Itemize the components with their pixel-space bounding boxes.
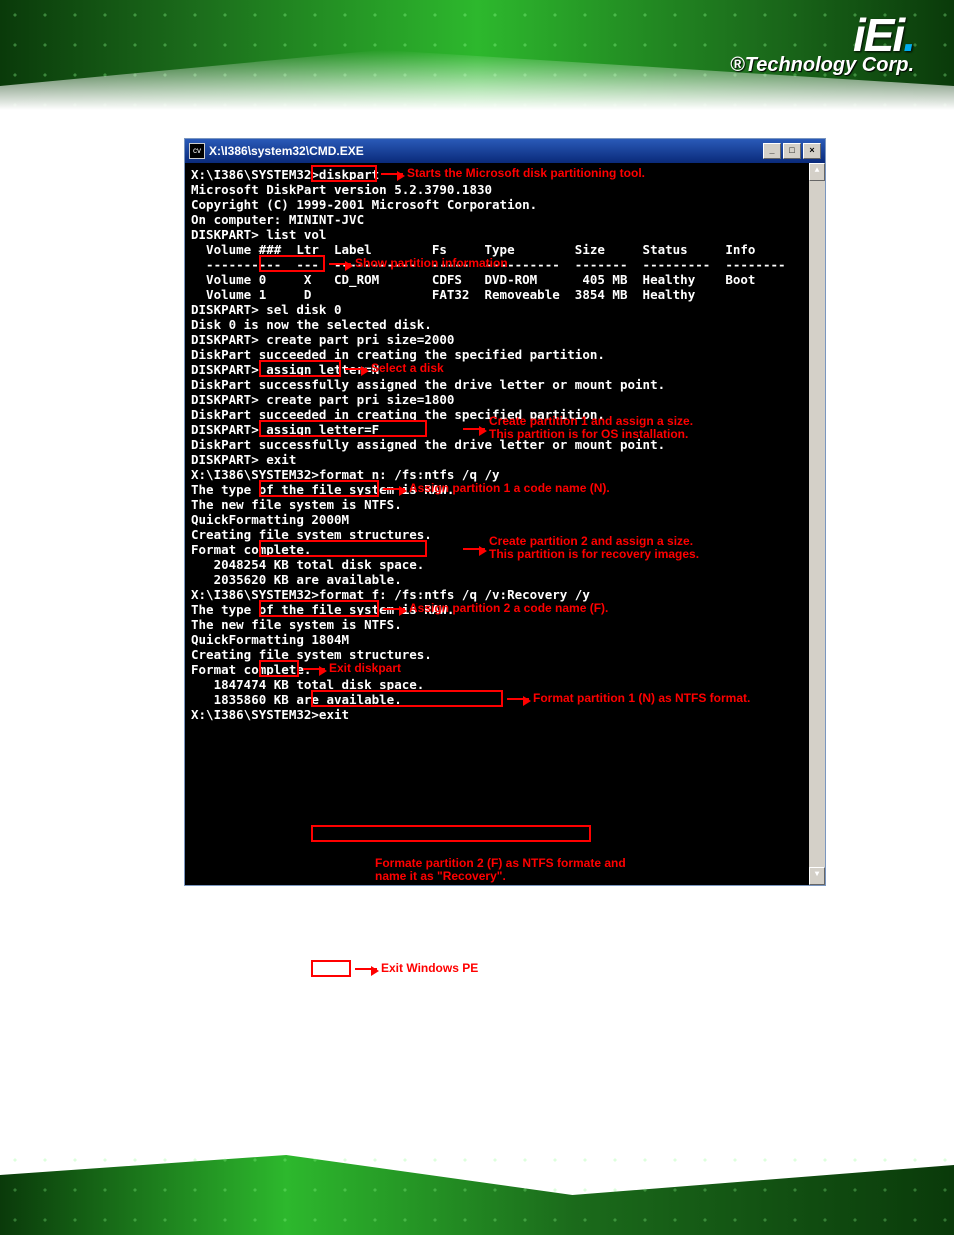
annotation-assign1: Assign partition 1 a code name (N). xyxy=(409,482,610,495)
logo-text: iEi. xyxy=(730,14,914,58)
terminal-line: Volume 0 X CD_ROM CDFS DVD-ROM 405 MB He… xyxy=(191,272,819,287)
terminal-line: On computer: MININT-JVC xyxy=(191,212,819,227)
arrow-icon xyxy=(383,488,405,490)
arrow-icon xyxy=(355,968,377,970)
terminal-line: DISKPART> list vol xyxy=(191,227,819,242)
highlight-create2 xyxy=(259,540,427,557)
annotation-listvol: Show partition information xyxy=(355,257,508,270)
arrow-icon xyxy=(463,428,485,430)
window-titlebar[interactable]: cv X:\I386\system32\CMD.EXE _ □ × xyxy=(185,139,825,163)
highlight-assign1 xyxy=(259,480,379,497)
cmd-window: cv X:\I386\system32\CMD.EXE _ □ × X:\I38… xyxy=(184,138,826,886)
highlight-exit2 xyxy=(311,960,351,977)
annotation-exit2: Exit Windows PE xyxy=(381,962,478,975)
highlight-diskpart xyxy=(311,165,377,182)
highlight-seldisk xyxy=(259,360,341,377)
maximize-button[interactable]: □ xyxy=(783,143,801,159)
arrow-icon xyxy=(383,608,405,610)
terminal-line: 1847474 KB total disk space. xyxy=(191,677,819,692)
scroll-up-button[interactable]: ▲ xyxy=(809,163,825,181)
arrow-icon xyxy=(463,548,485,550)
terminal-line: Microsoft DiskPart version 5.2.3790.1830 xyxy=(191,182,819,197)
highlight-format2 xyxy=(311,825,591,842)
terminal-output: X:\I386\SYSTEM32>diskpart Microsoft Disk… xyxy=(185,163,825,885)
terminal-line: The new file system is NTFS. xyxy=(191,617,819,632)
arrow-icon xyxy=(507,698,529,700)
highlight-listvol xyxy=(259,255,325,272)
highlight-exit1 xyxy=(259,660,299,677)
terminal-line: Volume 1 D FAT32 Removeable 3854 MB Heal… xyxy=(191,287,819,302)
terminal-line: DISKPART> sel disk 0 xyxy=(191,302,819,317)
terminal-line: Disk 0 is now the selected disk. xyxy=(191,317,819,332)
arrow-icon xyxy=(345,368,367,370)
highlight-create1 xyxy=(259,420,427,437)
brand-logo: iEi. ®Technology Corp. xyxy=(730,14,914,77)
annotation-format1: Format partition 1 (N) as NTFS format. xyxy=(533,692,750,705)
logo-tagline: ®Technology Corp. xyxy=(730,54,914,77)
terminal-line: DISKPART> create part pri size=2000 xyxy=(191,332,819,347)
highlight-format1 xyxy=(311,690,503,707)
annotation-seldisk: Select a disk xyxy=(371,362,444,375)
annotation-create2: Create partition 2 and assign a size.Thi… xyxy=(489,535,699,561)
cmd-icon: cv xyxy=(189,143,205,159)
window-title: X:\I386\system32\CMD.EXE xyxy=(209,144,364,158)
terminal-line: DISKPART> create part pri size=1800 xyxy=(191,392,819,407)
minimize-button[interactable]: _ xyxy=(763,143,781,159)
terminal-line: QuickFormatting 2000M xyxy=(191,512,819,527)
terminal-line: The new file system is NTFS. xyxy=(191,497,819,512)
annotation-create1: Create partition 1 and assign a size.Thi… xyxy=(489,415,693,441)
arrow-icon xyxy=(303,668,325,670)
arrow-icon xyxy=(329,263,351,265)
terminal-line: Copyright (C) 1999-2001 Microsoft Corpor… xyxy=(191,197,819,212)
close-button[interactable]: × xyxy=(803,143,821,159)
annotation-exit1: Exit diskpart xyxy=(329,662,401,675)
terminal-line: X:\I386\SYSTEM32>exit xyxy=(191,707,819,722)
annotation-assign2: Assign partition 2 a code name (F). xyxy=(409,602,608,615)
scrollbar[interactable]: ▲ ▼ xyxy=(809,163,825,885)
annotation-format2: Formate partition 2 (F) as NTFS formate … xyxy=(375,857,626,883)
highlight-assign2 xyxy=(259,600,379,617)
terminal-line: DiskPart successfully assigned the drive… xyxy=(191,377,819,392)
annotation-diskpart: Starts the Microsoft disk partitioning t… xyxy=(407,167,645,180)
terminal-line: QuickFormatting 1804M xyxy=(191,632,819,647)
terminal-line: 2035620 KB are available. xyxy=(191,572,819,587)
arrow-icon xyxy=(381,173,403,175)
footer-circuit-graphic xyxy=(0,1145,954,1235)
scroll-track[interactable] xyxy=(809,181,825,867)
terminal-line: DISKPART> exit xyxy=(191,452,819,467)
scroll-down-button[interactable]: ▼ xyxy=(809,867,825,885)
